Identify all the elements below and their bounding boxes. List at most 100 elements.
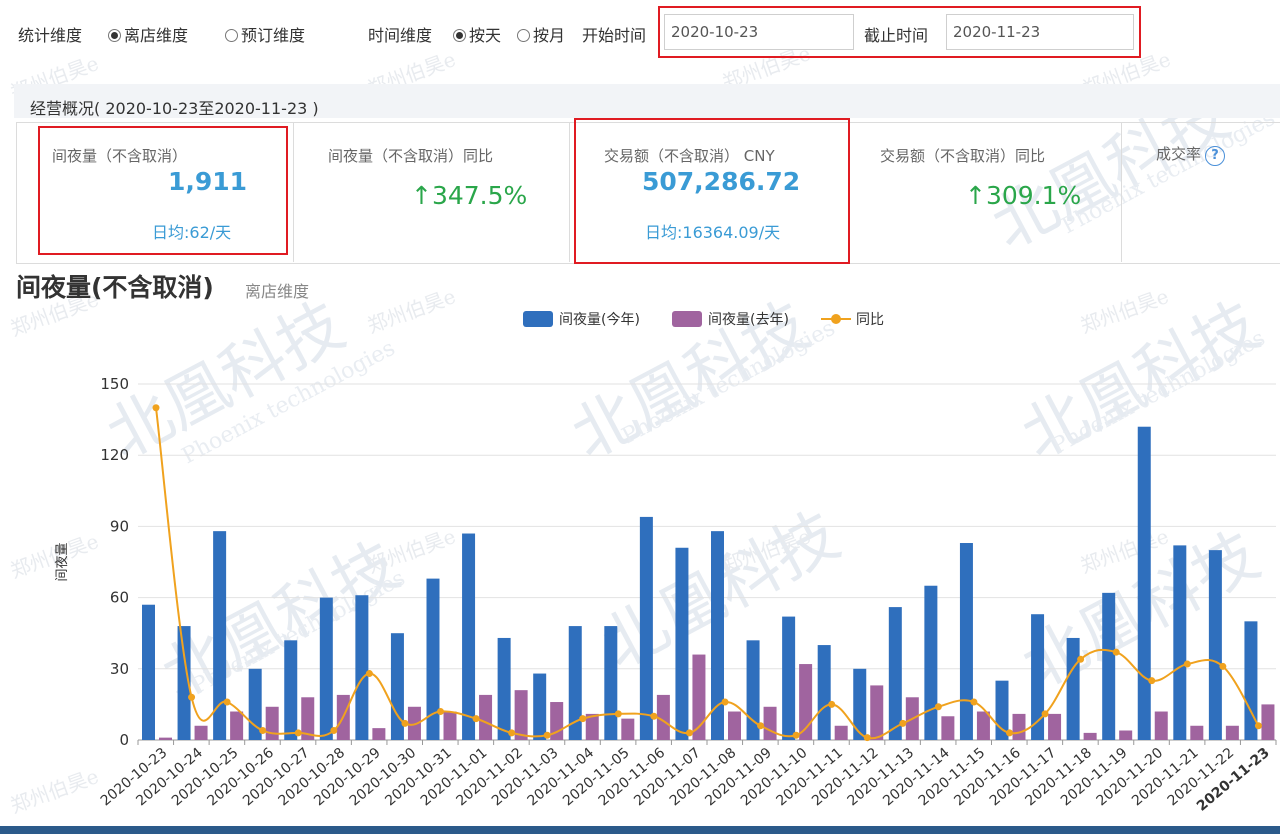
yoy-point (1077, 655, 1085, 663)
y-tick-label: 60 (110, 589, 129, 607)
filter-bar: 统计维度 离店维度 预订维度 时间维度 按天 按月 开始时间 2020-10-2… (0, 0, 1280, 70)
start-time-label: 开始时间 (582, 26, 647, 45)
bar-this-year (782, 616, 796, 740)
radio-label: 离店维度 (124, 26, 189, 45)
kpi-revenue-value: 507,286.72 (642, 167, 801, 196)
bar-last-year (1083, 732, 1097, 740)
radio-icon (517, 29, 530, 42)
help-icon[interactable]: ? (1205, 146, 1226, 166)
chart-subtitle: 离店维度 (245, 282, 310, 301)
bar-last-year (479, 694, 493, 740)
kpi-room-nights-daily-avg: 日均:62/天 (152, 223, 232, 242)
yoy-point (650, 712, 658, 720)
kpi-room-nights-yoy-label: 间夜量（不含取消）同比 (328, 147, 494, 165)
yoy-point (1112, 648, 1120, 656)
bar-this-year (924, 585, 938, 740)
yoy-point (1006, 729, 1013, 737)
bar-this-year (355, 595, 369, 740)
radio-checkout-dimension[interactable]: 离店维度 (108, 22, 188, 46)
bar-last-year (870, 685, 884, 740)
y-tick-label: 150 (100, 375, 129, 393)
bar-this-year (319, 597, 333, 740)
bar-last-year (194, 725, 208, 740)
bar-last-year (514, 690, 528, 740)
yoy-point (899, 719, 907, 727)
bar-this-year (1066, 637, 1080, 740)
divider (569, 123, 570, 262)
radio-selected-icon (453, 29, 466, 42)
kpi-revenue-yoy-value: ↑309.1% (965, 181, 1082, 210)
time-dimension-label: 时间维度 (368, 26, 433, 45)
yoy-point (1148, 677, 1156, 685)
radio-label: 按月 (533, 26, 566, 45)
bar-last-year (372, 728, 386, 740)
yoy-point (330, 727, 338, 735)
radio-icon (225, 29, 238, 42)
radio-label: 按天 (469, 26, 502, 45)
bar-last-year (763, 706, 777, 740)
bar-last-year (265, 706, 279, 740)
legend-item-last-year[interactable]: 间夜量(去年) (672, 309, 789, 329)
bar-last-year (621, 718, 635, 740)
yoy-point (792, 731, 800, 739)
legend-swatch (523, 311, 553, 327)
bar-this-year (142, 604, 155, 740)
yoy-point (365, 670, 373, 678)
watermark-text: 郑州伯昊e (1077, 283, 1172, 338)
yoy-point (1254, 722, 1262, 730)
radio-selected-icon (108, 29, 121, 42)
bar-last-year (1225, 725, 1239, 740)
bar-last-year (1012, 713, 1026, 740)
yoy-point (259, 727, 267, 735)
yoy-point (437, 708, 444, 716)
legend-swatch (672, 311, 702, 327)
kpi-room-nights-label: 间夜量（不含取消） (52, 147, 188, 165)
bar-this-year (568, 626, 582, 740)
y-tick-label: 30 (110, 660, 129, 678)
bar-this-year (959, 543, 973, 740)
legend-label: 同比 (856, 312, 884, 328)
bar-last-year (230, 711, 244, 740)
start-date-input[interactable]: 2020-10-23 (664, 14, 854, 50)
y-axis-label: 间夜量 (55, 542, 70, 581)
radio-booking-dimension[interactable]: 预订维度 (225, 22, 305, 46)
kpi-conversion-label: 成交率? (1156, 143, 1226, 166)
yoy-point (1183, 660, 1191, 668)
kpi-revenue-daily-avg: 日均:16364.09/天 (645, 223, 781, 242)
legend-label: 间夜量(今年) (559, 312, 640, 328)
chart-title: 间夜量(不含取消) (16, 273, 214, 302)
overview-title: 经营概况( 2020-10-23至2020-11-23 ) (30, 99, 319, 118)
bar-last-year (941, 716, 955, 740)
bar-this-year (888, 607, 902, 740)
y-tick-label: 120 (100, 446, 129, 464)
room-nights-chart: 0306090120150间夜量2020-10-232020-10-242020… (55, 375, 1277, 815)
radio-by-month[interactable]: 按月 (517, 22, 565, 46)
divider (1121, 123, 1122, 262)
bar-last-year (728, 711, 741, 740)
bar-this-year (1102, 592, 1116, 740)
bar-this-year (604, 626, 618, 740)
y-tick-label: 0 (119, 731, 129, 749)
kpi-room-nights-value: 1,911 (168, 167, 248, 196)
taskbar (0, 826, 1280, 834)
end-date-input[interactable]: 2020-11-23 (946, 14, 1134, 50)
legend-item-yoy[interactable]: 同比 (820, 309, 884, 329)
legend-line-icon (821, 314, 851, 324)
radio-by-day[interactable]: 按天 (453, 22, 501, 46)
bar-last-year (1190, 725, 1204, 740)
legend-label: 间夜量(去年) (708, 312, 789, 328)
y-tick-label: 90 (110, 517, 129, 535)
bar-last-year (443, 711, 457, 740)
bar-last-year (1154, 711, 1168, 740)
bar-last-year (976, 711, 990, 740)
divider (293, 123, 294, 262)
kpi-conversion-text: 成交率 (1156, 145, 1202, 163)
legend-item-this-year[interactable]: 间夜量(今年) (523, 309, 640, 329)
bar-last-year (1119, 730, 1133, 740)
watermark-text: 郑州伯昊e (364, 283, 459, 338)
yoy-point (401, 719, 409, 727)
kpi-revenue-label: 交易额（不含取消） CNY (604, 147, 775, 165)
yoy-point (294, 729, 302, 737)
yoy-point (579, 715, 587, 723)
kpi-room-nights-yoy-value: ↑347.5% (411, 181, 528, 210)
